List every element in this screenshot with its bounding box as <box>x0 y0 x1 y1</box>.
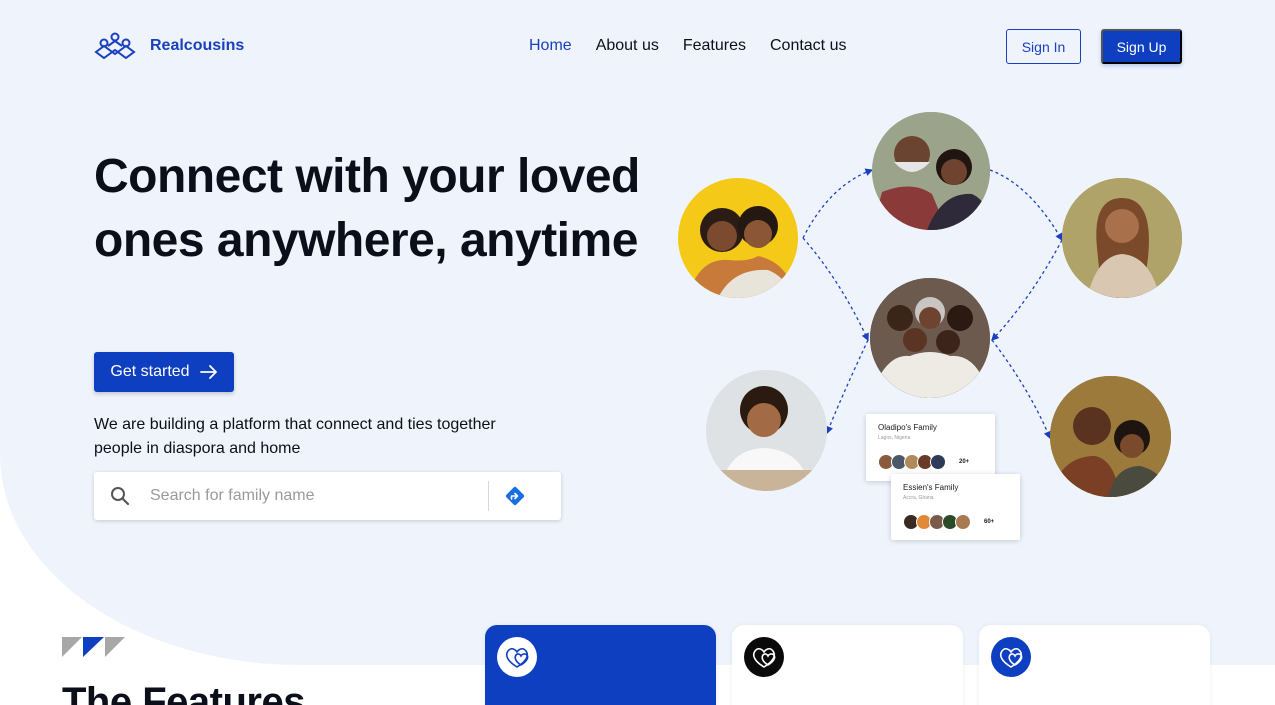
family-member-avatars <box>878 454 946 470</box>
get-started-label: Get started <box>110 363 190 380</box>
search-icon <box>111 487 130 506</box>
feature-card[interactable] <box>485 625 716 705</box>
avatar-women-hugging <box>678 178 798 298</box>
feature-card[interactable] <box>732 625 963 705</box>
hero-headline: Connect with your loved ones anywhere, a… <box>94 150 640 267</box>
family-network-illustration: Oladipo's Family Lagos, Nigeria 20+ Essi… <box>670 100 1210 550</box>
family-member-count: 20+ <box>959 459 970 465</box>
sign-up-button[interactable]: Sign Up <box>1101 29 1182 64</box>
avatar-father-son <box>1050 376 1171 497</box>
logo-icon <box>94 32 136 60</box>
nav-item-features[interactable]: Features <box>683 37 746 55</box>
feature-card[interactable] <box>979 625 1210 705</box>
avatar-young-man <box>706 370 827 491</box>
search-divider <box>488 481 489 511</box>
main-nav: Home About us Features Contact us <box>529 37 846 55</box>
arrow-right-icon <box>199 365 217 379</box>
get-started-button[interactable]: Get started <box>94 352 234 392</box>
features-section-mark <box>62 637 125 657</box>
hearts-icon <box>991 637 1031 677</box>
avatar-family-group <box>870 278 990 398</box>
member-avatar <box>955 514 971 530</box>
family-member-avatars <box>903 514 971 530</box>
family-card[interactable]: Essien's Family Accra, Ghana 60+ <box>891 474 1020 540</box>
avatar-woman-smiling <box>1062 178 1182 298</box>
brand-logo[interactable]: Realcousins <box>94 32 244 60</box>
family-card-location: Lagos, Nigeria <box>878 435 911 441</box>
family-member-count: 60+ <box>984 519 995 525</box>
family-card-name: Oladipo's Family <box>878 423 937 432</box>
family-card-name: Essien's Family <box>903 483 959 492</box>
family-card[interactable]: Oladipo's Family Lagos, Nigeria 20+ <box>866 414 995 481</box>
nav-item-contact[interactable]: Contact us <box>770 37 846 55</box>
nav-item-home[interactable]: Home <box>529 37 572 55</box>
member-avatar <box>930 454 946 470</box>
sign-in-button[interactable]: Sign In <box>1006 29 1081 64</box>
hearts-icon <box>497 637 537 677</box>
family-search-bar <box>94 472 561 520</box>
avatar-elder-couple <box>872 112 990 230</box>
hearts-icon <box>744 637 784 677</box>
hero-description: We are building a platform that connect … <box>94 416 496 457</box>
directions-icon[interactable] <box>504 485 526 507</box>
family-search-input[interactable] <box>150 487 480 505</box>
nav-item-about[interactable]: About us <box>596 37 659 55</box>
family-card-location: Accra, Ghana <box>903 495 934 501</box>
brand-name: Realcousins <box>150 37 245 54</box>
features-title: The Features <box>62 680 305 705</box>
